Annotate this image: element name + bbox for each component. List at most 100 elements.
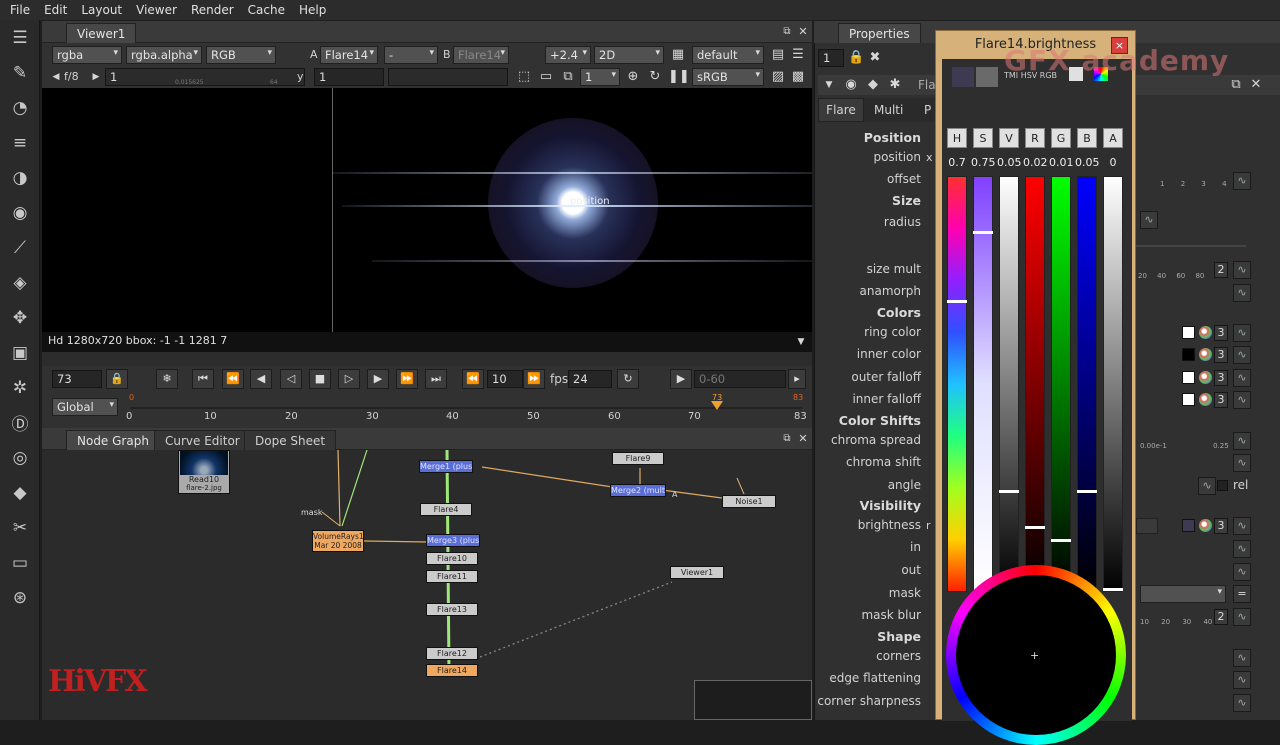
position-handle-label[interactable]: position <box>570 196 610 207</box>
paint-icon[interactable]: ⊕ <box>624 68 642 86</box>
r-value[interactable]: 0.02 <box>1023 156 1048 169</box>
current-frame-field[interactable]: 73 <box>52 370 102 388</box>
nodegraph-canvas[interactable]: Read10 flare-2.jpg Merge1 (plus) Flare9 … <box>42 450 812 720</box>
mask-dropdown[interactable] <box>1140 585 1226 603</box>
proxy-dropdown[interactable]: 1 <box>580 68 620 86</box>
range-mode-dropdown[interactable]: Global <box>52 398 118 416</box>
filter-tools-icon[interactable]: ◉ <box>0 195 40 230</box>
animation-curve-icon[interactable]: ∿ <box>1233 172 1251 190</box>
menu-file[interactable]: File <box>10 3 30 17</box>
playhead[interactable] <box>711 401 723 410</box>
inner-falloff-swatch[interactable] <box>1182 393 1195 406</box>
max-panels-field[interactable]: 1 <box>818 49 844 67</box>
channel-s-button[interactable]: S <box>973 128 993 148</box>
animation-curve-icon[interactable]: ∿ <box>1233 694 1251 712</box>
keyer-tools-icon[interactable]: ⟋ <box>0 230 40 265</box>
display-channel-dropdown[interactable]: RGB <box>206 46 276 64</box>
node-flare14[interactable]: Flare14 <box>426 664 478 677</box>
animation-curve-icon[interactable]: ∿ <box>1233 284 1251 302</box>
animation-curve-icon[interactable]: ∿ <box>1233 671 1251 689</box>
in-point-marker[interactable]: 0 <box>129 393 134 402</box>
pause-icon[interactable]: ❚❚ <box>668 68 690 86</box>
overlay-icon[interactable]: ▤ <box>770 46 786 64</box>
mask-blur-count[interactable]: 2 <box>1214 609 1228 625</box>
draw-tools-icon[interactable]: ✎ <box>0 55 40 90</box>
skip-back-button[interactable]: ⏪ <box>462 369 484 389</box>
ring-color-wheel-icon[interactable] <box>1199 326 1212 339</box>
gamma-slider[interactable] <box>388 68 508 86</box>
viewer-canvas[interactable]: position <box>42 88 812 332</box>
animation-curve-icon[interactable]: ∿ <box>1233 563 1251 581</box>
prev-frame-button[interactable]: ◀ <box>250 369 272 389</box>
tab-curve-editor[interactable]: Curve Editor <box>154 430 251 450</box>
play-forward-button[interactable]: ▷ <box>338 369 360 389</box>
node-color-icon[interactable]: ◆ <box>866 76 880 94</box>
animation-curve-icon[interactable]: ∿ <box>1233 369 1251 387</box>
lut-dropdown[interactable]: default <box>692 46 764 64</box>
rel-checkbox[interactable] <box>1217 480 1228 491</box>
node-read10[interactable]: Read10 flare-2.jpg <box>178 450 230 494</box>
float-icon[interactable]: ⧉ <box>780 23 794 41</box>
node-volumerays1[interactable]: VolumeRays1 Mar 20 2008 <box>312 530 364 552</box>
play-backward-button[interactable]: ◁ <box>280 369 302 389</box>
node-flare13[interactable]: Flare13 <box>426 603 478 616</box>
playback-mode-icon[interactable]: ❄ <box>156 369 178 389</box>
red-slider[interactable] <box>1025 176 1045 592</box>
menu-help[interactable]: Help <box>299 3 326 17</box>
views-tools-icon[interactable]: ◎ <box>0 440 40 475</box>
range-lock-button[interactable]: ▸ <box>788 369 806 389</box>
channel-h-button[interactable]: H <box>947 128 967 148</box>
new-color-swatch[interactable] <box>976 67 998 87</box>
out-point-marker[interactable]: 83 <box>793 393 803 402</box>
old-color-swatch[interactable] <box>952 67 974 87</box>
next-stop-icon[interactable]: ▶ <box>90 68 102 86</box>
radius-slider[interactable] <box>1136 245 1246 247</box>
roi-icon[interactable]: ⬚ <box>515 68 533 86</box>
lock-icon[interactable]: ▦ <box>670 46 686 64</box>
checker-icon[interactable]: ▩ <box>790 68 806 86</box>
outer-falloff-count[interactable]: 3 <box>1214 370 1228 386</box>
color-wheel-crosshair-icon[interactable]: + <box>1030 649 1039 662</box>
colorspace-dropdown[interactable]: sRGB <box>692 68 764 86</box>
animation-curve-icon[interactable]: ∿ <box>1233 432 1251 450</box>
color-wheel[interactable]: + <box>946 565 1126 745</box>
navigator-minimap[interactable] <box>694 680 812 720</box>
tab-properties[interactable]: Properties <box>838 23 921 43</box>
clip-icon[interactable]: ▭ <box>537 68 555 86</box>
merge-tools-icon[interactable]: ◈ <box>0 265 40 300</box>
brightness-swatch[interactable] <box>1182 519 1195 532</box>
channel-v-button[interactable]: V <box>999 128 1019 148</box>
node-merge1[interactable]: Merge1 (plus) <box>419 460 473 473</box>
channel-g-button[interactable]: G <box>1051 128 1071 148</box>
3d-tools-icon[interactable]: ▣ <box>0 335 40 370</box>
close-icon[interactable]: ✕ <box>796 430 810 448</box>
node-flare12[interactable]: Flare12 <box>426 647 478 660</box>
channel-a-button[interactable]: A <box>1103 128 1123 148</box>
clear-panels-icon[interactable]: ✖ <box>866 49 884 67</box>
g-value[interactable]: 0.01 <box>1049 156 1074 169</box>
stop-button[interactable]: ■ <box>309 369 331 389</box>
node-merge2[interactable]: Merge2 (multiply) <box>610 484 666 497</box>
animation-curve-icon[interactable]: ∿ <box>1233 540 1251 558</box>
a-value[interactable]: 0 <box>1101 156 1125 169</box>
animation-curve-icon[interactable]: ∿ <box>1233 261 1251 279</box>
wipe-mode-dropdown[interactable]: - <box>384 46 438 64</box>
center-icon[interactable]: ◉ <box>844 76 858 94</box>
frame-range-field[interactable]: 0-60 <box>694 370 786 388</box>
channels-dropdown[interactable]: rgba <box>52 46 122 64</box>
blue-slider[interactable] <box>1077 176 1097 592</box>
help-icon[interactable]: ✱ <box>888 76 902 94</box>
other-tools-icon[interactable]: ✂ <box>0 510 40 545</box>
refresh-icon[interactable]: ↻ <box>646 68 664 86</box>
green-slider[interactable] <box>1051 176 1071 592</box>
ring-color-count[interactable]: 3 <box>1214 325 1228 341</box>
prev-keyframe-button[interactable]: ⏪ <box>222 369 244 389</box>
node-name-field[interactable]: Fla <box>918 78 936 92</box>
tab-viewer1[interactable]: Viewer1 <box>66 23 137 43</box>
tab-dope-sheet[interactable]: Dope Sheet <box>244 430 337 450</box>
fps-field[interactable]: 24 <box>568 370 612 388</box>
first-frame-button[interactable]: ⏮ <box>192 369 214 389</box>
animation-curve-icon[interactable]: ∿ <box>1198 477 1216 495</box>
node-merge3[interactable]: Merge3 (plus) <box>426 534 480 547</box>
inner-falloff-count[interactable]: 3 <box>1214 392 1228 408</box>
